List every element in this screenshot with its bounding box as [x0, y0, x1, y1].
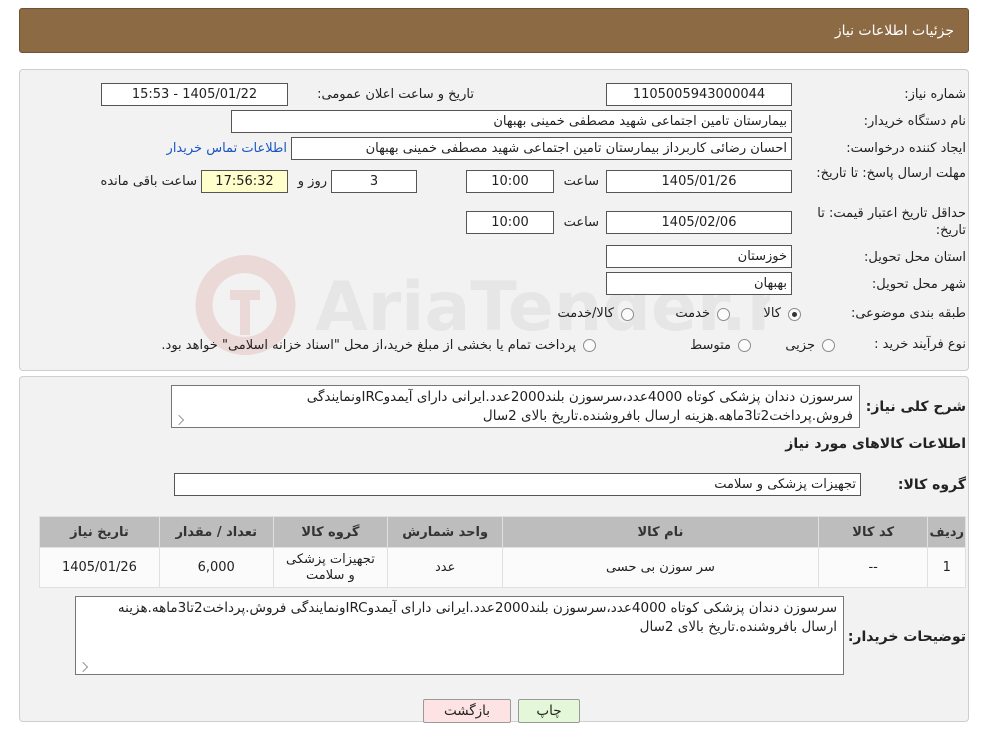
process-option-minor: جزیی: [785, 338, 815, 353]
days-label: روز و: [297, 174, 327, 189]
cell-group: تجهیزات پزشکی و سلامت: [272, 547, 389, 588]
category-option-both: کالا/خدمت: [557, 306, 614, 321]
category-option-service: خدمت: [675, 306, 710, 321]
cell-qty: 6,000: [158, 547, 274, 588]
need-number-field: 1105005943000044: [606, 83, 792, 106]
contact-buyer-link[interactable]: اطلاعات تماس خریدار: [167, 141, 287, 156]
page-title: جزئیات اطلاعات نیاز: [834, 23, 954, 39]
process-radio-treasury[interactable]: [583, 339, 596, 352]
col-unit-header: واحد شمارش: [387, 516, 504, 548]
goods-group-label: گروه کالا:: [897, 477, 966, 493]
summary-label: شرح کلی نیاز:: [865, 399, 966, 415]
items-section-title: اطلاعات کالاهای مورد نیاز: [785, 436, 966, 452]
resize-grip-icon[interactable]: [173, 414, 185, 426]
process-option-medium: متوسط: [690, 338, 731, 353]
announce-field: 1405/01/22 - 15:53: [101, 83, 288, 106]
category-option-goods: کالا: [763, 306, 781, 321]
resize-grip-icon[interactable]: [77, 661, 89, 673]
remaining-time-field: 17:56:32: [201, 170, 288, 193]
price-time-label: ساعت: [563, 215, 599, 230]
cell-date: 1405/01/26: [39, 547, 160, 588]
cell-unit: عدد: [387, 547, 504, 588]
col-code-header: کد کالا: [817, 516, 929, 548]
print-button[interactable]: چاپ: [518, 699, 580, 723]
page-header: جزئیات اطلاعات نیاز: [19, 8, 969, 53]
process-label: نوع فرآیند خرید :: [874, 337, 966, 352]
summary-text: سرسوزن دندان پزشکی کوتاه 4000عدد،سرسوزن …: [306, 389, 853, 424]
category-label: طبقه بندی موضوعی:: [850, 306, 966, 321]
remaining-label: ساعت باقی مانده: [100, 174, 197, 189]
reply-date-field: 1405/01/26: [606, 170, 792, 193]
buyer-notes-text: سرسوزن دندان پزشکی کوتاه 4000عدد،سرسوزن …: [117, 600, 837, 635]
goods-group-field: تجهیزات پزشکی و سلامت: [174, 473, 861, 496]
summary-textarea[interactable]: سرسوزن دندان پزشکی کوتاه 4000عدد،سرسوزن …: [171, 385, 860, 428]
cell-code: --: [817, 547, 929, 588]
announce-label: تاریخ و ساعت اعلان عمومی:: [317, 87, 474, 102]
col-group-header: گروه کالا: [272, 516, 389, 548]
price-validity-label: حداقل تاریخ اعتبار قیمت: تا تاریخ:: [817, 206, 966, 238]
reply-deadline-label: مهلت ارسال پاسخ: تا تاریخ:: [816, 166, 966, 181]
buyer-org-field: بیمارستان تامین اجتماعی شهید مصطفی خمینی…: [231, 110, 792, 133]
creator-label: ایجاد کننده درخواست:: [846, 141, 966, 156]
reply-time-field: 10:00: [466, 170, 554, 193]
price-date-field: 1405/02/06: [606, 211, 792, 234]
need-number-label: شماره نیاز:: [904, 87, 966, 102]
days-field: 3: [331, 170, 417, 193]
process-note: پرداخت تمام یا بخشی از مبلغ خرید،از محل …: [161, 338, 576, 353]
city-label: شهر محل تحویل:: [871, 277, 966, 292]
province-field: خوزستان: [606, 245, 792, 268]
category-radio-service[interactable]: [717, 308, 730, 321]
province-label: استان محل تحویل:: [864, 250, 966, 265]
col-row-header: ردیف: [927, 516, 966, 548]
table-row: 1 -- سر سوزن بی حسی عدد تجهیزات پزشکی و …: [39, 547, 966, 588]
city-field: بهبهان: [606, 272, 792, 295]
items-table: ردیف کد کالا نام کالا واحد شمارش گروه کا…: [39, 516, 966, 588]
buyer-notes-textarea[interactable]: سرسوزن دندان پزشکی کوتاه 4000عدد،سرسوزن …: [75, 596, 844, 675]
col-qty-header: تعداد / مقدار: [158, 516, 274, 548]
creator-field: احسان رضائی کاربرداز بیمارستان تامین اجت…: [291, 137, 792, 160]
category-radio-goods[interactable]: [788, 308, 801, 321]
cell-name: سر سوزن بی حسی: [502, 547, 819, 588]
process-radio-minor[interactable]: [822, 339, 835, 352]
category-radio-both[interactable]: [621, 308, 634, 321]
process-radio-medium[interactable]: [738, 339, 751, 352]
col-name-header: نام کالا: [502, 516, 819, 548]
buyer-org-label: نام دستگاه خریدار:: [863, 114, 966, 129]
cell-row: 1: [927, 547, 966, 588]
col-date-header: تاریخ نیاز: [39, 516, 160, 548]
reply-time-label: ساعت: [563, 174, 599, 189]
price-time-field: 10:00: [466, 211, 554, 234]
table-header-row: ردیف کد کالا نام کالا واحد شمارش گروه کا…: [39, 516, 966, 548]
buyer-notes-label: توضیحات خریدار:: [847, 629, 966, 645]
back-button[interactable]: بازگشت: [423, 699, 511, 723]
